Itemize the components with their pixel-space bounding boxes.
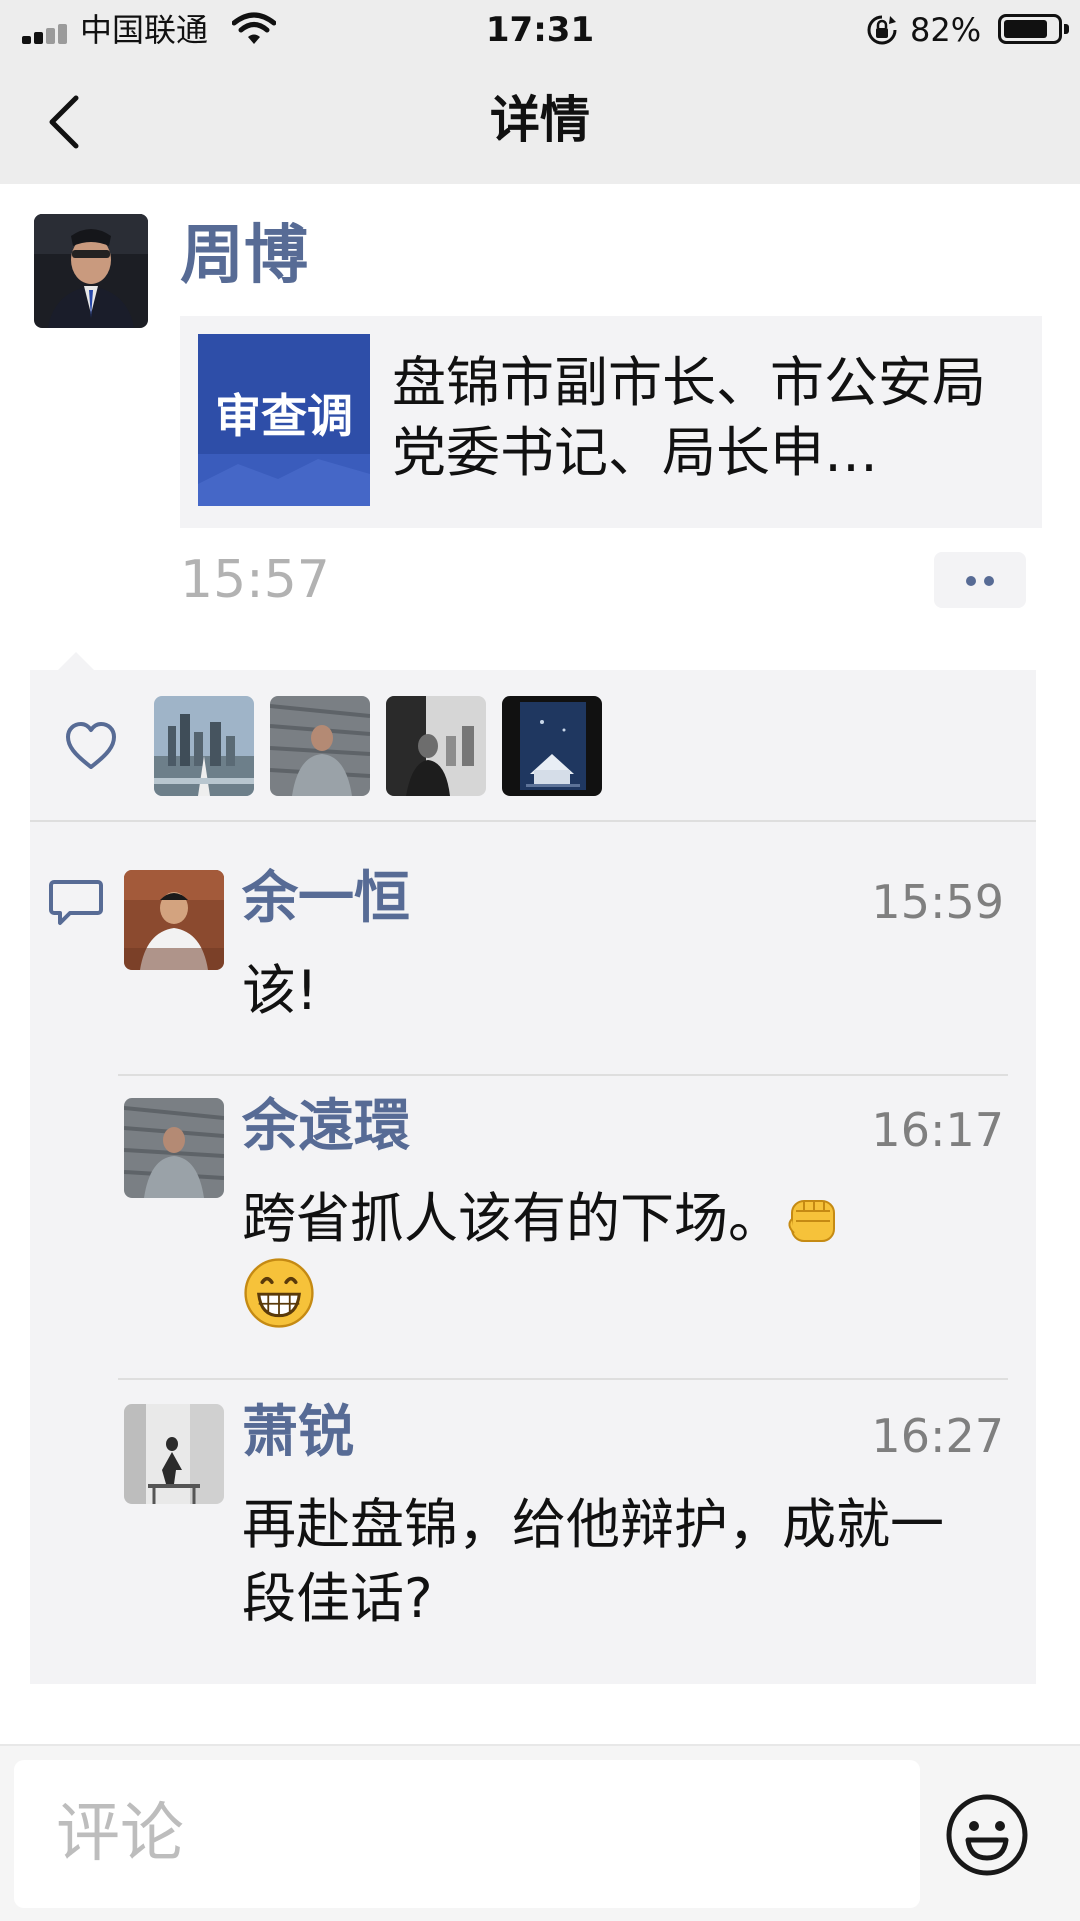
likes-comments-panel: 余一恒 15:59 该! 余遠環 16:17 跨省抓人该有的下场。 萧锐 16:…	[30, 652, 1036, 1684]
comment-time: 16:17	[871, 1103, 1004, 1157]
author-avatar[interactable]	[34, 214, 148, 328]
comment-item[interactable]: 余一恒 15:59 该!	[124, 866, 1004, 1070]
commenter-name[interactable]: 萧锐	[242, 1398, 354, 1468]
battery-fill	[1004, 20, 1047, 38]
comment-time: 16:27	[871, 1409, 1004, 1463]
commenter-avatar[interactable]	[124, 1098, 224, 1198]
likes-divider	[30, 820, 1036, 822]
nav-bar: 详情	[0, 60, 1080, 184]
rotation-lock-icon	[867, 15, 897, 45]
comment-time: 15:59	[871, 875, 1004, 929]
comment-text: 跨省抓人该有的下场。	[242, 1182, 972, 1339]
comment-item[interactable]: 余遠環 16:17 跨省抓人该有的下场。	[124, 1094, 1004, 1368]
heart-outline-icon	[66, 722, 116, 769]
commenter-avatar[interactable]	[124, 1404, 224, 1504]
commenter-name[interactable]: 余遠環	[242, 1092, 410, 1162]
like-avatar-book[interactable]	[502, 696, 602, 796]
grin-emoji-icon	[244, 1258, 314, 1328]
like-avatar-city[interactable]	[154, 696, 254, 796]
commenter-name[interactable]: 余一恒	[242, 864, 410, 934]
comment-text-body: 跨省抓人该有的下场。	[242, 1187, 782, 1250]
page-title: 详情	[490, 91, 590, 149]
comment-text: 再赴盘锦，给他辩护，成就一段佳话?	[242, 1493, 944, 1630]
comment-item[interactable]: 萧锐 16:27 再赴盘锦，给他辩护，成就一段佳话?	[124, 1400, 1004, 1644]
panel-pointer	[58, 652, 94, 670]
post-timestamp: 15:57	[180, 550, 330, 610]
comment-divider	[118, 1074, 1008, 1076]
shared-link-card[interactable]: 审查调 盘锦市副市长、市公安局党委书记、局长申…	[180, 316, 1042, 528]
status-bar: 中国联通 17:31 82%	[0, 0, 1080, 60]
link-thumbnail: 审查调	[198, 334, 370, 506]
smiley-face-icon[interactable]	[944, 1792, 1030, 1878]
more-actions-button[interactable]	[934, 552, 1026, 608]
like-avatar-man-chair[interactable]	[270, 696, 370, 796]
comment-composer	[0, 1744, 1080, 1921]
commenter-avatar[interactable]	[124, 870, 224, 970]
battery-percent: 82%	[910, 11, 982, 49]
comment-divider	[118, 1378, 1008, 1380]
post-author-name[interactable]: 周博	[180, 216, 308, 296]
comment-input[interactable]	[14, 1760, 920, 1908]
battery-icon	[998, 14, 1069, 44]
like-avatar-man-window[interactable]	[386, 696, 486, 796]
comment-bubble-icon	[49, 880, 103, 925]
comment-text: 该!	[242, 959, 318, 1022]
link-title: 盘锦市副市长、市公安局党委书记、局长申…	[392, 351, 986, 484]
link-thumbnail-text: 审查调	[215, 389, 353, 443]
fist-emoji-icon	[788, 1200, 835, 1242]
